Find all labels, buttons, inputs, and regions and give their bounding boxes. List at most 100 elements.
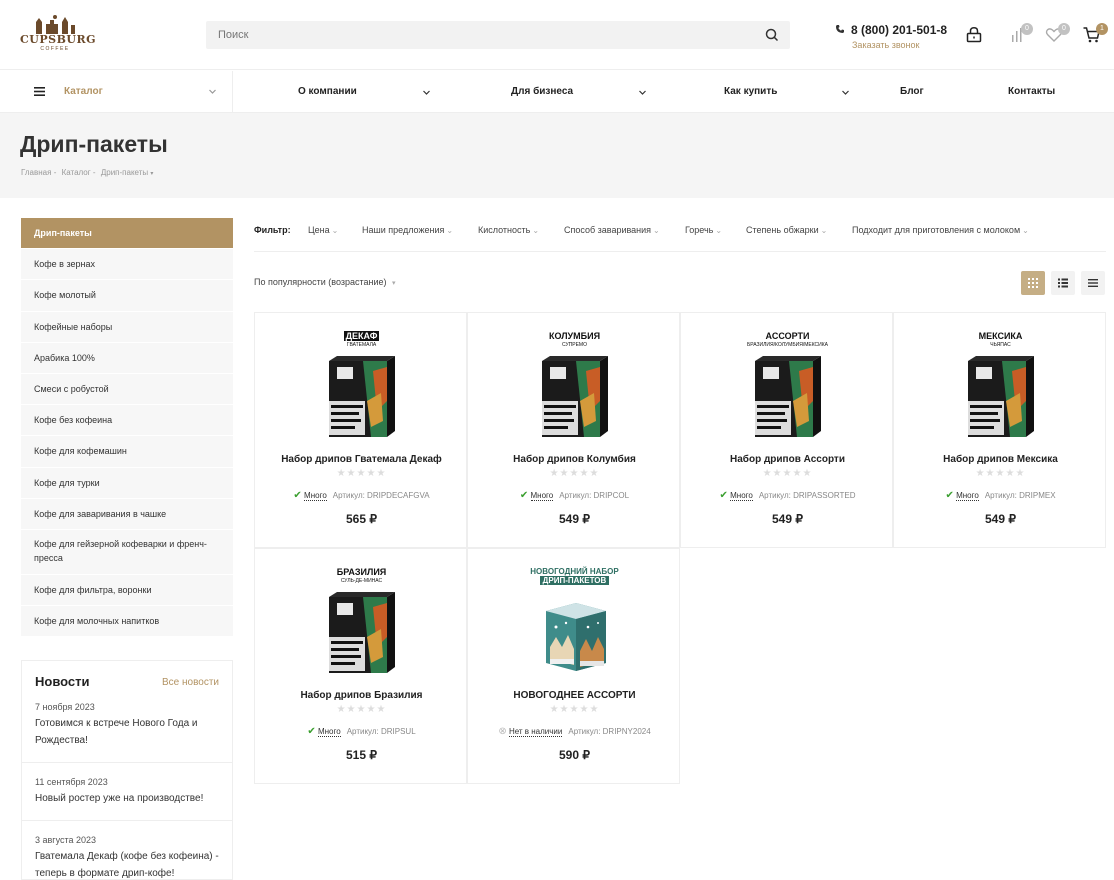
product-name[interactable]: НОВОГОДНЕЕ АССОРТИ	[468, 690, 681, 701]
filter-acidity[interactable]: Кислотность ⌄	[478, 225, 539, 235]
rating-stars: ★★★★★	[549, 468, 600, 479]
product-image[interactable]	[536, 567, 614, 677]
product-name[interactable]: Набор дрипов Колумбия	[468, 454, 681, 465]
nav-item-about[interactable]: О компании	[298, 86, 357, 97]
filter-bitterness[interactable]: Горечь ⌄	[685, 225, 722, 235]
chevron-down-icon: ⌄	[715, 226, 723, 235]
phone-number[interactable]: 8 (800) 201-501-8	[851, 23, 947, 37]
news-item[interactable]: 3 августа 2023 Гватемала Декаф (кофе без…	[22, 835, 232, 880]
sidebar-item-milk-drinks[interactable]: Кофе для молочных напитков	[21, 606, 233, 638]
logo-castle-icon	[36, 15, 75, 34]
table-view-button[interactable]	[1081, 271, 1105, 295]
filter-name: Наши предложения	[362, 225, 445, 235]
product-name[interactable]: Набор дрипов Гватемала Декаф	[255, 454, 468, 465]
product-card[interactable]: НОВОГОДНИЙ НАБОР ДРИП-ПАКЕТОВ НОВОГОДНЕЕ…	[467, 548, 680, 784]
breadcrumb-current[interactable]: Дрип-пакеты	[101, 168, 148, 177]
product-price: 549 ₽	[772, 512, 803, 526]
news-text[interactable]: Готовимся к встрече Нового Года и Рождес…	[35, 715, 219, 749]
stock-amount[interactable]: Много	[530, 491, 554, 501]
grid-icon	[1028, 278, 1038, 288]
breadcrumb-catalog[interactable]: Каталог	[62, 168, 91, 177]
product-card[interactable]: БРАЗИЛИЯ СУЛЬ-ДЕ-МИНАС Набор дрипов Браз…	[254, 548, 467, 784]
sidebar-item-robusta-blends[interactable]: Смеси с робустой	[21, 374, 233, 406]
product-card[interactable]: КОЛУМБИЯ СУПРЕМО Набор дрипов Колумбия ★…	[467, 312, 680, 548]
chevron-down-icon[interactable]	[638, 88, 647, 97]
sort-dropdown[interactable]: По популярности (возрастание) ▾	[254, 277, 396, 287]
nav-item-how-to-buy[interactable]: Как купить	[724, 86, 777, 97]
stock-info: ✔ Много Артикул: DRIPDECAFGVA	[255, 490, 468, 501]
stock-info: ✔ Много Артикул: DRIPCOL	[468, 490, 681, 501]
sidebar-item-arabica[interactable]: Арабика 100%	[21, 343, 233, 374]
all-news-link[interactable]: Все новости	[162, 677, 219, 688]
sidebar-item-moka-french-press[interactable]: Кофе для гейзерной кофеварки и френч-пре…	[21, 530, 233, 575]
chevron-down-icon: ⌄	[1022, 226, 1029, 235]
sidebar-item-decaf[interactable]: Кофе без кофеина	[21, 405, 233, 437]
product-image[interactable]	[323, 567, 401, 677]
stock-amount[interactable]: Много	[304, 491, 327, 501]
logo-subtext: COFFEE	[40, 46, 70, 52]
sidebar-item-beans[interactable]: Кофе в зернах	[21, 249, 233, 281]
news-title: Новости	[35, 674, 90, 689]
sidebar-item-filter[interactable]: Кофе для фильтра, воронки	[21, 575, 233, 607]
filter-roast[interactable]: Степень обжарки ⌄	[746, 225, 827, 235]
chevron-down-icon: ⌄	[331, 226, 339, 235]
filter-milk[interactable]: Подходит для приготовления с молоком ⌄	[852, 225, 1029, 235]
product-card[interactable]: ДЕКАФ ГВАТЕМАЛА Набор дрипов Гватемала Д…	[254, 312, 467, 548]
news-text[interactable]: Новый ростер уже на производстве!	[35, 790, 219, 807]
chevron-down-icon	[209, 89, 216, 94]
filter-offers[interactable]: Наши предложения ⌄	[362, 225, 453, 235]
list-view-button[interactable]	[1051, 271, 1075, 295]
stock-amount[interactable]: Много	[956, 491, 979, 501]
product-image[interactable]	[323, 331, 401, 441]
stock-amount[interactable]: Много	[730, 491, 753, 501]
filter-name: Подходит для приготовления с молоком	[852, 225, 1021, 235]
sidebar-item-drip-bags[interactable]: Дрип-пакеты	[21, 218, 233, 250]
product-image[interactable]	[749, 331, 827, 441]
sidebar-item-coffee-machines[interactable]: Кофе для кофемашин	[21, 436, 233, 468]
news-date: 11 сентября 2023	[35, 777, 108, 787]
product-image[interactable]	[536, 331, 614, 441]
nav-item-blog[interactable]: Блог	[900, 86, 924, 97]
site-header: CUPSBURG COFFEE 8 (800) 201-501-8 Заказа…	[0, 0, 1114, 70]
filter-brew-method[interactable]: Способ заваривания ⌄	[564, 225, 660, 235]
news-item[interactable]: 7 ноября 2023 Готовимся к встрече Нового…	[22, 702, 232, 749]
nav-item-contacts[interactable]: Контакты	[1008, 86, 1055, 97]
filter-bar: Фильтр: Цена ⌄ Наши предложения ⌄ Кислотно…	[254, 218, 1106, 252]
news-text[interactable]: Гватемала Декаф (кофе без кофеина) - теп…	[35, 848, 219, 880]
logo-text: CUPSBURG	[20, 33, 96, 46]
breadcrumb: Главная - Каталог - Дрип-пакеты ▾	[21, 168, 156, 177]
sidebar-item-ground[interactable]: Кофе молотый	[21, 280, 233, 312]
account-lock-icon[interactable]	[964, 25, 984, 45]
product-image[interactable]	[962, 331, 1040, 441]
sidebar-item-cup-brew[interactable]: Кофе для заваривания в чашке	[21, 499, 233, 530]
stock-amount[interactable]: Много	[317, 727, 341, 737]
breadcrumb-dropdown-icon[interactable]: ▾	[150, 171, 153, 177]
chevron-down-icon[interactable]	[422, 88, 431, 97]
nav-item-business[interactable]: Для бизнеса	[511, 86, 573, 97]
product-card[interactable]: АССОРТИ БРАЗИЛИЯ/КОЛУМБИЯ/МЕКСИКА Набор …	[680, 312, 893, 548]
search-icon[interactable]	[764, 27, 780, 43]
grid-view-button[interactable]	[1021, 271, 1045, 295]
stock-amount[interactable]: Нет в наличии	[508, 727, 563, 737]
product-card[interactable]: МЕКСИКА ЧЬЯПАС Набор дрипов Мексика ★★★★…	[893, 312, 1106, 548]
filter-price[interactable]: Цена ⌄	[308, 225, 338, 235]
sidebar-item-sets[interactable]: Кофейные наборы	[21, 312, 233, 343]
breadcrumb-separator: -	[92, 168, 96, 177]
news-item[interactable]: 11 сентября 2023 Новый ростер уже на про…	[22, 777, 232, 807]
chevron-down-icon[interactable]	[841, 88, 850, 97]
callback-link[interactable]: Заказать звонок	[852, 40, 919, 50]
search-input[interactable]	[206, 21, 790, 49]
sort-label: По популярности (возрастание)	[254, 277, 387, 287]
product-name[interactable]: Набор дрипов Мексика	[894, 454, 1107, 465]
check-icon: ✔	[519, 490, 529, 501]
sidebar-item-turkish[interactable]: Кофе для турки	[21, 468, 233, 499]
product-name[interactable]: Набор дрипов Бразилия	[255, 690, 468, 701]
breadcrumb-home[interactable]: Главная	[21, 168, 51, 177]
stock-info: ⊗ Нет в наличии Артикул: DRIPNY2024	[468, 726, 681, 737]
product-name[interactable]: Набор дрипов Ассорти	[681, 454, 894, 465]
logo[interactable]: CUPSBURG COFFEE	[20, 14, 96, 58]
phone-icon	[836, 25, 844, 33]
catalog-menu-button[interactable]: Каталог	[20, 71, 233, 113]
main-nav: Каталог О компании Для бизнеса Как купит…	[0, 71, 1114, 113]
check-icon: ✔	[719, 490, 728, 501]
